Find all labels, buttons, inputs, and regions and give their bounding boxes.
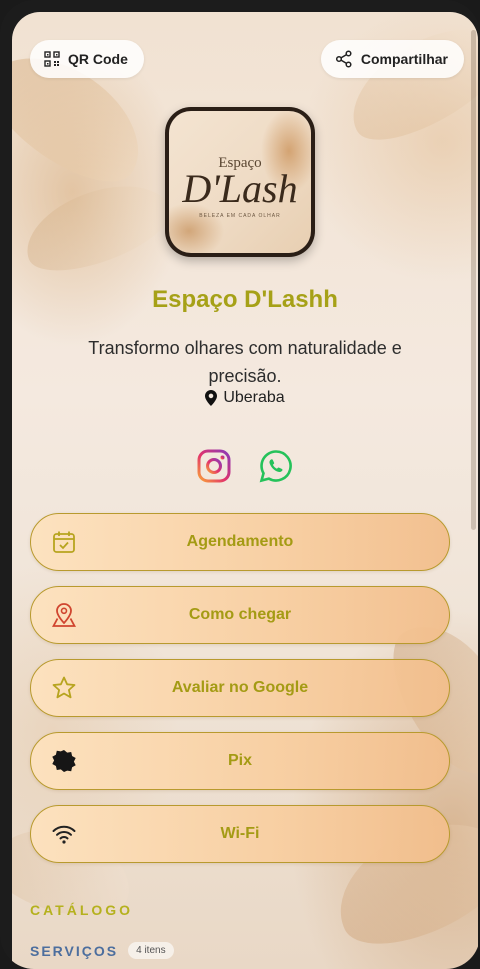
whatsapp-icon [259,450,292,483]
profile-bio: Transformo olhares com naturalidade e pr… [88,338,402,386]
share-button[interactable]: Compartilhar [320,40,464,78]
services-section-header[interactable]: SERVIÇOS 4 itens [30,942,174,959]
wifi-label: Wi-Fi [220,825,260,842]
map-pin-icon [51,602,77,628]
pix-label: Pix [227,752,252,769]
agendamento-label: Agendamento [186,533,294,550]
pix-button[interactable]: Pix [30,732,450,790]
como-chegar-button[interactable]: Como chegar [30,586,450,644]
instagram-icon [197,449,231,483]
profile-logo: Espaço D'Lash BELEZA EM CADA OLHAR [165,107,315,257]
background-petal [333,12,478,160]
phone-frame: QR Code Compartilhar Espaço D'Lash BELEZ… [0,0,480,969]
whatsapp-link[interactable] [258,448,294,484]
profile-screen: QR Code Compartilhar Espaço D'Lash BELEZ… [12,12,478,969]
catalog-title: CATÁLOGO [30,902,134,918]
share-icon [335,50,352,68]
logo-tagline: BELEZA EM CADA OLHAR [199,213,281,219]
location-text: Uberaba [223,389,285,406]
avaliar-google-label: Avaliar no Google [171,679,309,696]
pix-icon [51,748,77,774]
star-icon [51,675,77,701]
background-petal [14,168,180,286]
share-label: Compartilhar [360,51,448,67]
calendar-check-icon [51,529,77,555]
logo-artwork: Espaço D'Lash BELEZA EM CADA OLHAR [169,111,311,253]
wifi-icon [51,821,77,847]
location-pin-icon [205,390,218,406]
qr-code-icon [44,51,60,67]
social-links [12,448,478,484]
logo-main-text: D'Lash [182,166,298,211]
services-label: SERVIÇOS [30,942,119,959]
wifi-button[interactable]: Wi-Fi [30,805,450,863]
profile-name: Espaço D'Lashh [152,286,338,313]
qr-code-button[interactable]: QR Code [30,40,144,78]
avaliar-google-button[interactable]: Avaliar no Google [30,659,450,717]
como-chegar-label: Como chegar [188,606,292,623]
services-count-badge: 4 itens [128,942,174,959]
instagram-link[interactable] [196,448,232,484]
profile-location: Uberaba [12,389,478,407]
agendamento-button[interactable]: Agendamento [30,513,450,571]
qr-code-label: QR Code [68,51,128,67]
